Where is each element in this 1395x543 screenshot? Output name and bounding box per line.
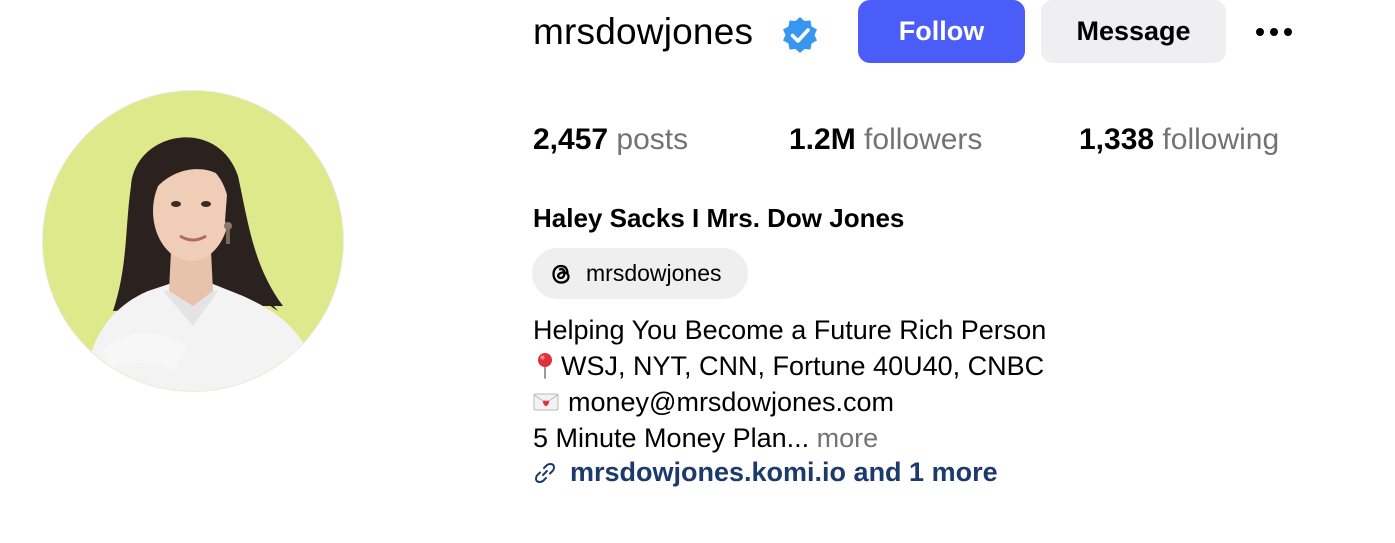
bio-tagline: Helping You Become a Future Rich Person xyxy=(533,315,1047,345)
profile-full-name: Haley Sacks I Mrs. Dow Jones xyxy=(533,203,905,233)
followers-label: followers xyxy=(864,123,983,156)
following-label: following xyxy=(1162,123,1280,156)
profile-bio: Helping You Become a Future Rich Person … xyxy=(533,312,1046,456)
profile-avatar[interactable] xyxy=(43,91,343,391)
profile-username: mrsdowjones xyxy=(533,11,754,52)
bio-more-link[interactable]: more xyxy=(817,420,879,456)
verified-badge-icon xyxy=(783,17,817,53)
bio-line: money@mrsdowjones.com xyxy=(533,384,1046,420)
bio-line: WSJ, NYT, CNN, Fortune 40U40, CNBC xyxy=(533,348,1046,384)
avatar-portrait-image xyxy=(43,91,343,391)
posts-count: 2,457 xyxy=(533,123,609,156)
threads-icon xyxy=(552,264,570,284)
threads-badge-link[interactable]: mrsdowjones xyxy=(532,248,748,299)
round-pushpin-icon xyxy=(538,353,552,379)
posts-label: posts xyxy=(616,123,689,156)
following-count: 1,338 xyxy=(1079,123,1155,156)
more-options-button[interactable] xyxy=(1248,14,1300,50)
love-letter-icon xyxy=(533,393,559,411)
link-icon xyxy=(534,462,556,483)
external-link-text[interactable]: mrsdowjones.komi.io and 1 more xyxy=(570,457,998,488)
bio-email: money@mrsdowjones.com xyxy=(568,387,895,417)
more-horizontal-icon xyxy=(1270,28,1278,36)
followers-stat[interactable]: 1.2M followers xyxy=(789,120,982,160)
follow-button[interactable]: Follow xyxy=(858,0,1025,63)
bio-line: 5 Minute Money Plan... more xyxy=(533,420,1046,456)
bio-truncated-text: 5 Minute Money Plan... xyxy=(533,423,810,453)
bio-line: Helping You Become a Future Rich Person xyxy=(533,312,1046,348)
posts-stat: 2,457 posts xyxy=(533,120,688,160)
bio-press-list: WSJ, NYT, CNN, Fortune 40U40, CNBC xyxy=(561,351,1045,381)
more-horizontal-icon xyxy=(1256,28,1264,36)
followers-count: 1.2M xyxy=(789,123,856,156)
following-stat[interactable]: 1,338 following xyxy=(1079,120,1279,160)
external-links[interactable]: mrsdowjones.komi.io and 1 more xyxy=(533,457,998,488)
message-button[interactable]: Message xyxy=(1041,0,1226,63)
threads-handle: mrsdowjones xyxy=(586,260,722,286)
more-horizontal-icon xyxy=(1284,28,1292,36)
